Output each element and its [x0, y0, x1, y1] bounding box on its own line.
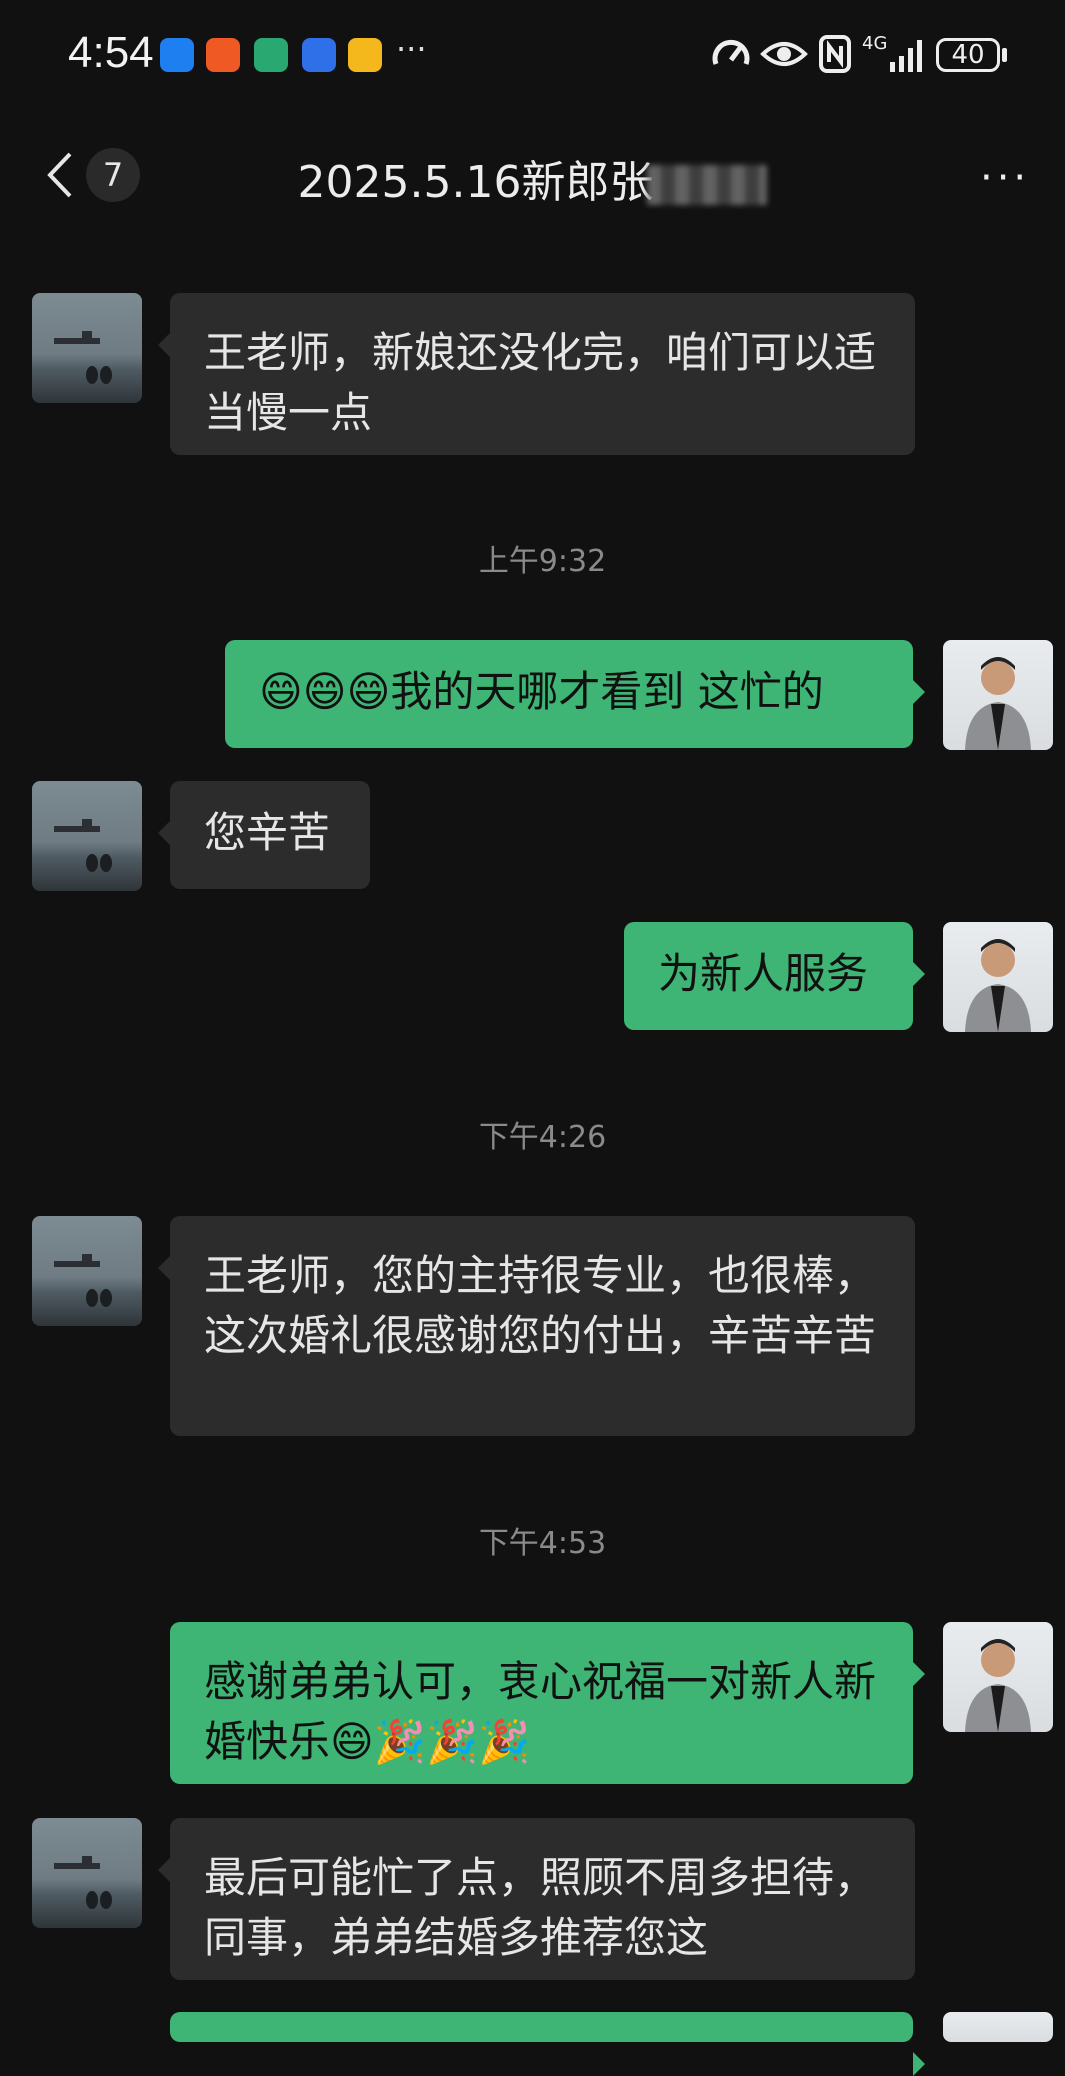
contact-avatar[interactable] [32, 293, 142, 403]
man-portrait-icon [965, 657, 1031, 750]
man-portrait-icon [965, 939, 1031, 1032]
contact-avatar[interactable] [32, 1216, 142, 1326]
ship-beach-photo-icon [54, 1856, 112, 1909]
message-bubble-incoming[interactable]: 王老师，您的主持很专业，也很棒，这次婚礼很感谢您的付出，辛苦辛苦 [158, 1216, 915, 1436]
timestamp: 下午4:26 [478, 1120, 607, 1155]
message-bubble-incoming[interactable]: 最后可能忙了点，照顾不周多担待，同事，弟弟结婚多推荐您这 [158, 1818, 915, 1980]
message-text: 最后可能忙了点，照顾不周多担待，同事，弟弟结婚多推荐您这 [204, 1853, 877, 1962]
status-time: 4:54 [68, 28, 154, 77]
message-text: 感谢弟弟认可，衷心祝福一对新人新婚快乐😄🎉🎉🎉 [204, 1657, 877, 1766]
ship-beach-photo-icon [54, 1254, 112, 1307]
contact-avatar[interactable] [32, 1818, 142, 1928]
wifi-app-icon [254, 38, 288, 72]
man-portrait-icon [965, 1639, 1031, 1732]
message-bubble-outgoing-partial[interactable] [170, 2012, 925, 2076]
more-notifications-icon: ··· [396, 30, 427, 68]
contact-avatar[interactable] [32, 781, 142, 891]
signal-icon [890, 40, 922, 72]
my-avatar[interactable] [943, 922, 1053, 1032]
mail-app-icon [348, 38, 382, 72]
nfc-icon [819, 35, 851, 73]
chat-header: 7 2025.5.16新郎张 ··· [0, 120, 1065, 230]
message-text: 王老师，新娘还没化完，咱们可以适当慢一点 [204, 328, 877, 437]
ship-beach-photo-icon [54, 331, 112, 384]
message-text: 王老师，您的主持很专业，也很棒，这次婚礼很感谢您的付出，辛苦辛苦 [204, 1251, 877, 1360]
timestamp: 上午9:32 [478, 544, 607, 579]
unread-count-badge[interactable]: 7 [86, 148, 140, 202]
message-bubble-outgoing[interactable]: 😄😄😄我的天哪才看到 这忙的 [225, 640, 925, 748]
battery-level: 40 [951, 40, 985, 70]
shield-app-icon [302, 38, 336, 72]
battery-icon: 40 [936, 38, 1000, 72]
message-text: 您辛苦 [204, 808, 331, 857]
back-arrow-icon[interactable] [40, 150, 80, 200]
timestamp: 下午4:53 [478, 1526, 607, 1561]
more-options-icon[interactable]: ··· [980, 158, 1030, 198]
ship-beach-photo-icon [54, 819, 112, 872]
my-avatar-partial[interactable] [943, 2012, 1053, 2042]
message-text: 为新人服务 [658, 949, 869, 998]
my-avatar[interactable] [943, 640, 1053, 750]
message-bubble-incoming[interactable]: 您辛苦 [158, 781, 370, 889]
message-bubble-incoming[interactable]: 王老师，新娘还没化完，咱们可以适当慢一点 [158, 293, 915, 455]
eye-icon [760, 42, 808, 66]
speed-icon [712, 40, 750, 65]
status-bar: 4:54 ··· 4G 40 [0, 0, 1065, 110]
redacted-name [647, 165, 768, 205]
my-avatar[interactable] [943, 1622, 1053, 1732]
battery-tip [1002, 48, 1007, 62]
chat-title[interactable]: 2025.5.16新郎张 [180, 146, 885, 210]
app-store-icon [206, 38, 240, 72]
weather-app-icon [160, 38, 194, 72]
message-text: 😄😄😄我的天哪才看到 这忙的 [259, 667, 824, 716]
network-type: 4G [862, 33, 888, 54]
message-bubble-outgoing[interactable]: 为新人服务 [624, 922, 925, 1030]
chat-title-text: 2025.5.16新郎张 [297, 157, 654, 208]
message-bubble-outgoing[interactable]: 感谢弟弟认可，衷心祝福一对新人新婚快乐😄🎉🎉🎉 [170, 1622, 925, 1784]
